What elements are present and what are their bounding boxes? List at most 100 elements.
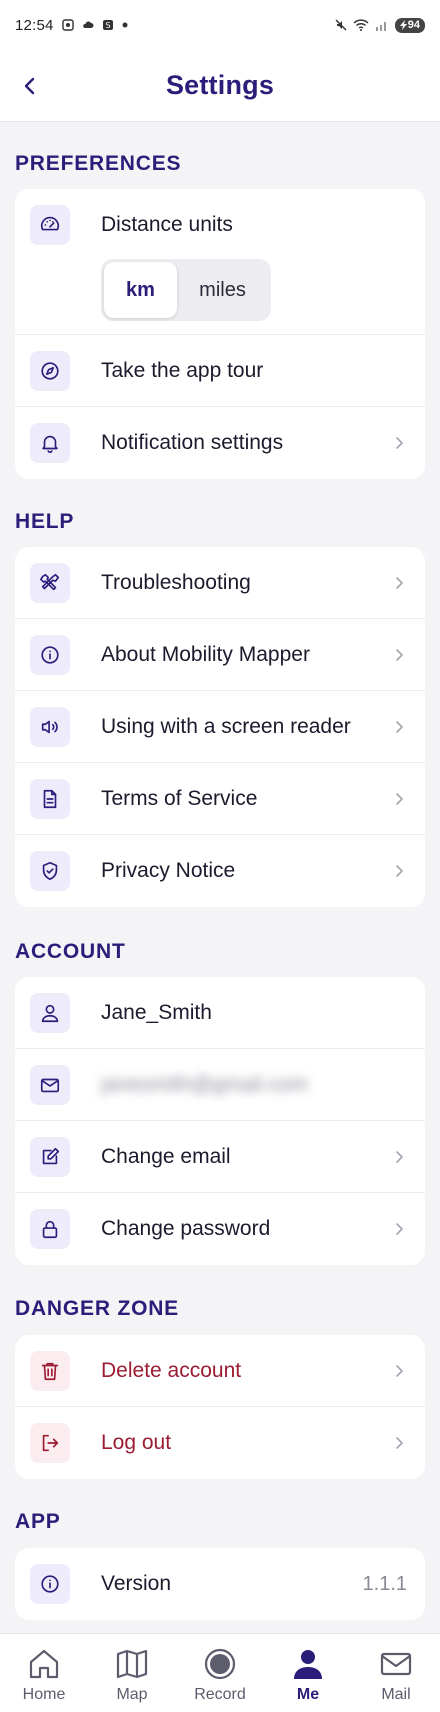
tab-map-label: Map — [116, 1686, 148, 1703]
screenshot-icon — [61, 19, 74, 31]
tab-me[interactable]: Me — [264, 1647, 352, 1704]
change-password-label: Change password — [101, 1217, 271, 1240]
tab-mail[interactable]: Mail — [352, 1647, 440, 1704]
mute-icon — [335, 19, 347, 31]
email-value: janesmith@gmail.com — [101, 1072, 308, 1096]
envelope-icon — [30, 1064, 70, 1105]
status-left: 12:54 S — [15, 17, 128, 34]
log-out-row[interactable]: Log out — [15, 1407, 425, 1479]
change-email-label: Change email — [101, 1144, 231, 1168]
document-icon — [30, 778, 70, 819]
section-title-danger-zone: DANGER ZONE — [15, 1297, 179, 1320]
map-icon — [116, 1649, 148, 1679]
section-title-account: ACCOUNT — [15, 940, 126, 963]
version-value: 1.1.1 — [362, 1572, 407, 1595]
tab-home-label: Home — [22, 1686, 66, 1703]
units-option-km[interactable]: km — [104, 262, 177, 318]
status-right: 94 — [335, 17, 425, 33]
section-title-app: APP — [15, 1510, 61, 1533]
charging-icon — [399, 20, 407, 30]
wifi-icon — [353, 19, 369, 31]
terms-row[interactable]: Terms of Service — [15, 763, 425, 835]
version-label: Version — [101, 1572, 172, 1595]
tab-record[interactable]: Record — [176, 1647, 264, 1704]
info-icon — [30, 634, 70, 675]
chevron-right-icon — [396, 1150, 403, 1163]
tab-record-label: Record — [194, 1686, 246, 1703]
speedometer-icon — [30, 205, 70, 245]
privacy-label: Privacy Notice — [101, 859, 236, 882]
tab-home[interactable]: Home — [0, 1647, 88, 1704]
info-icon — [30, 1564, 70, 1604]
troubleshooting-label: Troubleshooting — [101, 570, 251, 594]
chevron-left-icon — [24, 77, 35, 95]
change-password-row[interactable]: Change password — [15, 1193, 425, 1265]
username-label: Jane_Smith — [101, 1000, 212, 1024]
chevron-right-icon — [396, 865, 403, 877]
chevron-right-icon — [396, 648, 403, 661]
chevron-right-icon — [396, 437, 403, 449]
bell-icon — [30, 423, 70, 463]
trash-icon — [30, 1350, 70, 1391]
tab-mail-label: Mail — [381, 1686, 411, 1703]
svg-text:S: S — [105, 21, 110, 30]
delete-account-row[interactable]: Delete account — [15, 1335, 425, 1407]
battery-indicator: 94 — [394, 17, 425, 33]
privacy-row[interactable]: Privacy Notice — [15, 835, 425, 907]
user-icon — [30, 992, 70, 1033]
lock-icon — [30, 1209, 70, 1249]
units-option-miles[interactable]: miles — [177, 262, 268, 318]
email-row: janesmith@gmail.com — [15, 1049, 425, 1121]
home-icon — [29, 1649, 59, 1679]
chevron-right-icon — [396, 792, 403, 805]
status-bar: 12:54 S 94 — [0, 0, 440, 50]
speaker-icon — [30, 706, 70, 747]
battery-level: 94 — [407, 19, 420, 31]
dot-icon — [122, 22, 128, 28]
chevron-right-icon — [396, 1437, 403, 1449]
distance-units-label: Distance units — [101, 213, 233, 236]
screen-reader-label: Using with a screen reader — [101, 714, 351, 738]
account-card: Jane_Smith janesmith@gmail.com Change em… — [15, 977, 425, 1265]
chevron-right-icon — [396, 1364, 403, 1377]
status-time: 12:54 — [15, 16, 54, 34]
record-icon — [204, 1648, 236, 1680]
version-row: Version 1.1.1 — [15, 1548, 425, 1620]
preferences-card: Distance units km miles Take the app tou… — [15, 189, 425, 479]
tab-map[interactable]: Map — [88, 1647, 176, 1704]
danger-card: Delete account Log out — [15, 1335, 425, 1479]
section-title-preferences: PREFERENCES — [15, 152, 182, 175]
mail-icon — [380, 1652, 412, 1676]
username-row: Jane_Smith — [15, 977, 425, 1049]
distance-units-row: Distance units km miles — [15, 189, 425, 335]
tab-me-label: Me — [296, 1686, 320, 1703]
shield-check-icon — [30, 851, 70, 891]
compass-icon — [30, 350, 70, 391]
log-out-label: Log out — [101, 1431, 172, 1454]
section-title-help: HELP — [15, 510, 75, 533]
help-card: Troubleshooting About Mobility Mapper Us… — [15, 547, 425, 907]
bottom-tab-bar: Home Map Record Me Mail — [0, 1633, 440, 1712]
app-tour-row[interactable]: Take the app tour — [15, 335, 425, 407]
troubleshooting-row[interactable]: Troubleshooting — [15, 547, 425, 619]
person-icon — [294, 1650, 322, 1679]
app-notification-icon: S — [102, 20, 113, 30]
notification-settings-row[interactable]: Notification settings — [15, 407, 425, 479]
header: Settings — [0, 50, 440, 122]
chevron-right-icon — [396, 1223, 403, 1235]
distance-units-toggle[interactable]: km miles — [101, 259, 271, 321]
notification-settings-label: Notification settings — [101, 431, 284, 454]
tools-icon — [30, 562, 70, 603]
chevron-right-icon — [396, 576, 403, 589]
change-email-row[interactable]: Change email — [15, 1121, 425, 1193]
delete-account-label: Delete account — [101, 1358, 242, 1382]
about-row[interactable]: About Mobility Mapper — [15, 619, 425, 691]
edit-icon — [30, 1136, 70, 1177]
logout-icon — [30, 1423, 70, 1463]
app-card: Version 1.1.1 — [15, 1548, 425, 1620]
app-tour-label: Take the app tour — [101, 358, 264, 382]
back-button[interactable] — [12, 68, 48, 104]
page-title: Settings — [165, 70, 275, 100]
cloud-icon — [82, 21, 94, 28]
screen-reader-row[interactable]: Using with a screen reader — [15, 691, 425, 763]
